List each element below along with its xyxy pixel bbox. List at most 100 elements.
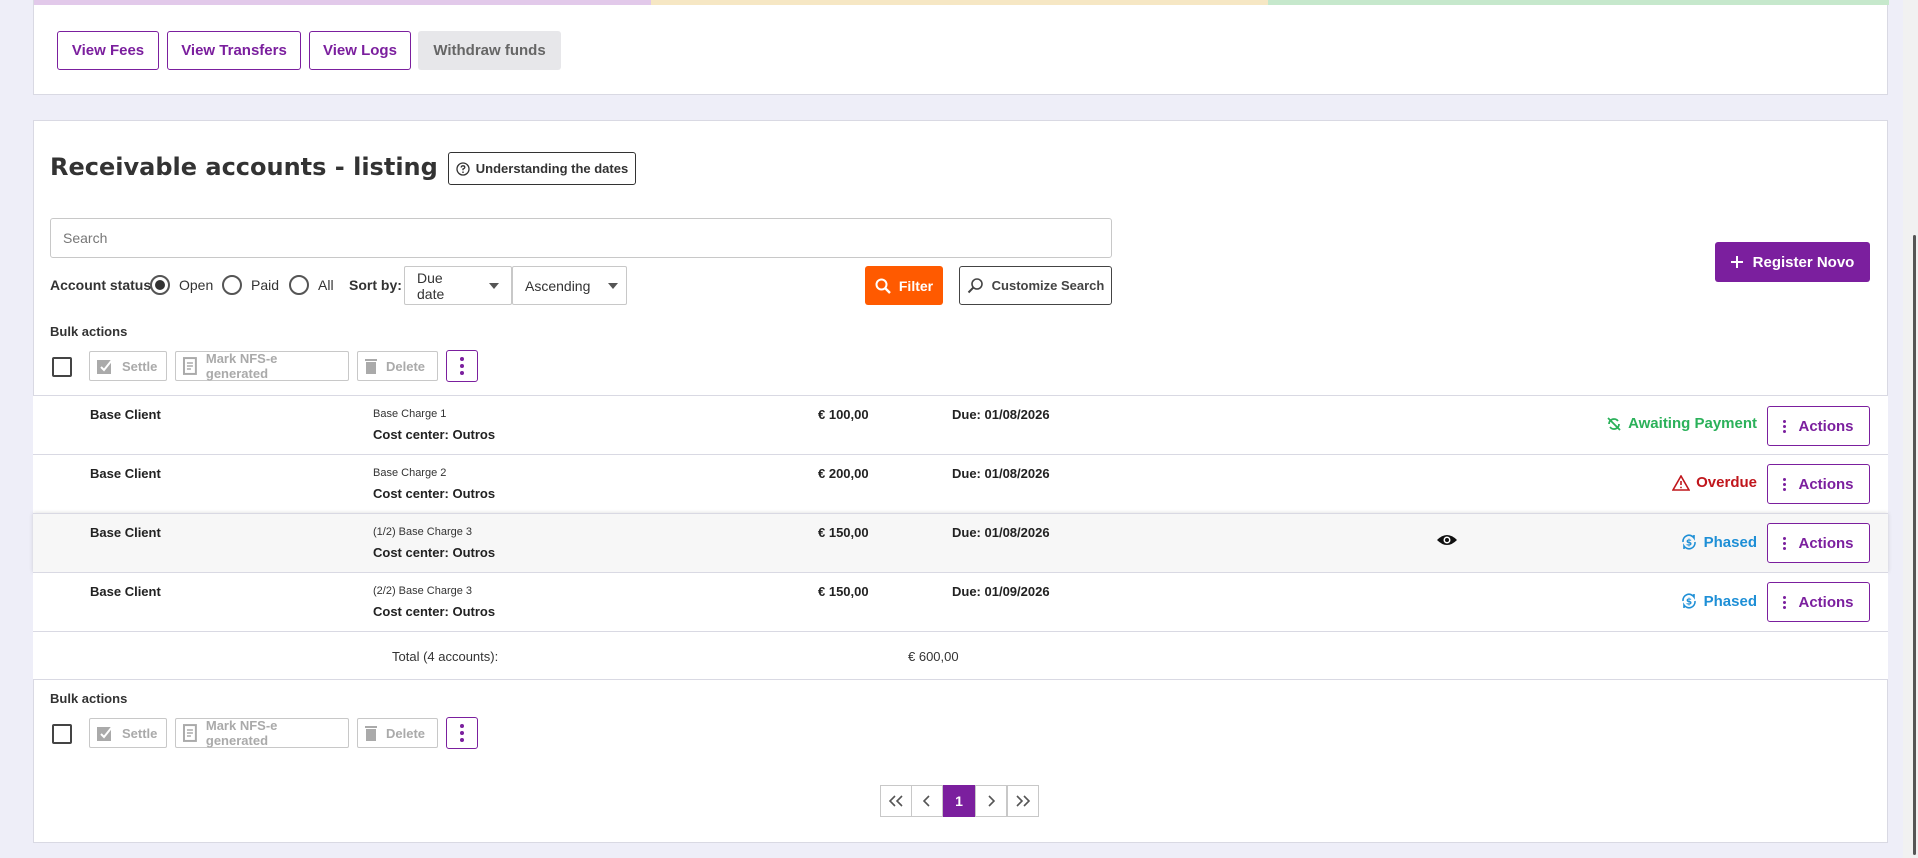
- radio-all-label: All: [318, 277, 334, 293]
- mark-nfse-label: Mark NFS-e generated: [205, 718, 278, 748]
- client-name: Base Client: [90, 407, 161, 422]
- radio-paid-circle[interactable]: [222, 275, 242, 295]
- kebab-dot: [460, 724, 464, 728]
- svg-text:$: $: [1686, 598, 1692, 608]
- warning-triangle-icon: [1672, 474, 1691, 491]
- settle-button-bottom[interactable]: Settle: [89, 718, 167, 748]
- customize-search-label: Customize Search: [991, 278, 1105, 293]
- svg-text:$: $: [1686, 539, 1692, 549]
- view-logs-button[interactable]: View Logs: [309, 31, 411, 70]
- table-row[interactable]: Base Client Base Charge 2 Cost center: O…: [33, 454, 1888, 513]
- trash-icon: [365, 359, 377, 374]
- cost-center: Cost center: Outros: [373, 486, 496, 501]
- color-stripe-yellow: [651, 0, 1268, 5]
- view-transfers-button[interactable]: View Transfers: [167, 31, 301, 70]
- account-status-label: Account status:: [50, 277, 156, 293]
- search-icon: [875, 278, 891, 294]
- charge-name: Base Charge 2: [373, 467, 447, 479]
- delete-button[interactable]: Delete: [357, 351, 438, 381]
- first-page-button[interactable]: [880, 785, 912, 817]
- kebab-dot: [460, 738, 464, 742]
- sort-field-value: Due date: [417, 269, 445, 302]
- mark-nfse-button-bottom[interactable]: Mark NFS-e generated: [175, 718, 349, 748]
- search-input[interactable]: [50, 218, 1112, 258]
- kebab-dot: [460, 731, 464, 735]
- charge-name: Base Charge 1: [373, 408, 447, 420]
- chevron-down-icon: [489, 282, 499, 289]
- radio-paid-label: Paid: [251, 277, 280, 293]
- sort-field-select[interactable]: Due date: [404, 266, 512, 305]
- client-name: Base Client: [90, 466, 161, 481]
- actions-button[interactable]: Actions: [1767, 523, 1870, 563]
- cost-center: Cost center: Outros: [373, 427, 496, 442]
- filter-label: Filter: [898, 277, 934, 294]
- eye-icon[interactable]: [1436, 533, 1458, 550]
- cost-center: Cost center: Outros: [373, 545, 496, 560]
- chevron-left-icon: [923, 795, 930, 807]
- next-page-button[interactable]: [975, 785, 1007, 817]
- chevron-right-icon: [988, 795, 995, 807]
- radio-open-circle[interactable]: [150, 275, 170, 295]
- kebab-icon: [1783, 477, 1787, 491]
- sync-off-icon: [1607, 416, 1621, 431]
- actions-label: Actions: [1798, 475, 1854, 493]
- status-label: Awaiting Payment: [1628, 415, 1757, 432]
- status-label: Phased: [1703, 592, 1757, 610]
- table-row[interactable]: Base Client (2/2) Base Charge 3 Cost cen…: [33, 572, 1888, 631]
- receipt-icon: [182, 357, 197, 375]
- status-radio-paid[interactable]: Paid: [222, 275, 279, 295]
- charge-name: (1/2) Base Charge 3: [373, 526, 473, 538]
- status-radio-open[interactable]: Open: [150, 275, 213, 295]
- amount: € 150,00: [818, 525, 869, 540]
- table-row[interactable]: Base Client Base Charge 1 Cost center: O…: [33, 395, 1888, 454]
- select-all-checkbox[interactable]: [52, 357, 72, 377]
- understanding-dates-button[interactable]: Understanding the dates: [448, 152, 636, 185]
- actions-button[interactable]: Actions: [1767, 582, 1870, 622]
- due-date: Due: 01/09/2026: [952, 584, 1050, 599]
- actions-button[interactable]: Actions: [1767, 464, 1870, 504]
- mark-nfse-label: Mark NFS-e generated: [205, 351, 278, 381]
- double-chevron-left-icon: [888, 795, 903, 807]
- delete-button-bottom[interactable]: Delete: [357, 718, 438, 748]
- status-radio-all[interactable]: All: [289, 275, 334, 295]
- mark-nfse-button[interactable]: Mark NFS-e generated: [175, 351, 349, 381]
- actions-button[interactable]: Actions: [1767, 406, 1870, 446]
- table-row[interactable]: Base Client (1/2) Base Charge 3 Cost cen…: [33, 513, 1888, 572]
- status-label: Phased: [1703, 533, 1757, 551]
- status-badge: $ Phased: [1680, 533, 1757, 551]
- question-circle-icon: [456, 161, 470, 176]
- settle-label: Settle: [122, 725, 158, 741]
- sort-order-value: Ascending: [525, 277, 591, 294]
- sort-order-select[interactable]: Ascending: [512, 266, 627, 305]
- more-options-button[interactable]: [446, 350, 478, 382]
- understanding-dates-label: Understanding the dates: [475, 161, 629, 176]
- settle-button[interactable]: Settle: [89, 351, 167, 381]
- client-name: Base Client: [90, 525, 161, 540]
- prev-page-button[interactable]: [911, 785, 943, 817]
- settle-label: Settle: [122, 358, 158, 374]
- scrollbar-thumb[interactable]: [1913, 235, 1916, 855]
- bulk-actions-label-bottom: Bulk actions: [50, 691, 128, 706]
- sync-dollar-icon: $: [1681, 534, 1696, 550]
- total-value: € 600,00: [908, 649, 959, 664]
- register-new-button[interactable]: Register Novo: [1715, 242, 1870, 282]
- sort-by-label: Sort by:: [349, 277, 402, 293]
- scrollbar-track[interactable]: [1903, 0, 1918, 858]
- kebab-icon: [1783, 419, 1787, 433]
- select-all-checkbox-bottom[interactable]: [52, 724, 72, 744]
- trash-icon: [365, 726, 377, 741]
- radio-all-circle[interactable]: [289, 275, 309, 295]
- kebab-icon: [1783, 595, 1787, 609]
- more-options-button-bottom[interactable]: [446, 717, 478, 749]
- last-page-button[interactable]: [1007, 785, 1039, 817]
- page-number-current[interactable]: 1: [943, 785, 975, 817]
- withdraw-funds-button[interactable]: Withdraw funds: [418, 31, 561, 70]
- delete-label: Delete: [386, 358, 426, 374]
- actions-label: Actions: [1798, 534, 1854, 552]
- kebab-dot: [460, 357, 464, 361]
- view-fees-button[interactable]: View Fees: [57, 31, 159, 70]
- customize-search-button[interactable]: Customize Search: [959, 266, 1112, 305]
- amount: € 100,00: [818, 407, 869, 422]
- filter-button[interactable]: Filter: [865, 266, 943, 305]
- register-new-label: Register Novo: [1752, 253, 1855, 271]
